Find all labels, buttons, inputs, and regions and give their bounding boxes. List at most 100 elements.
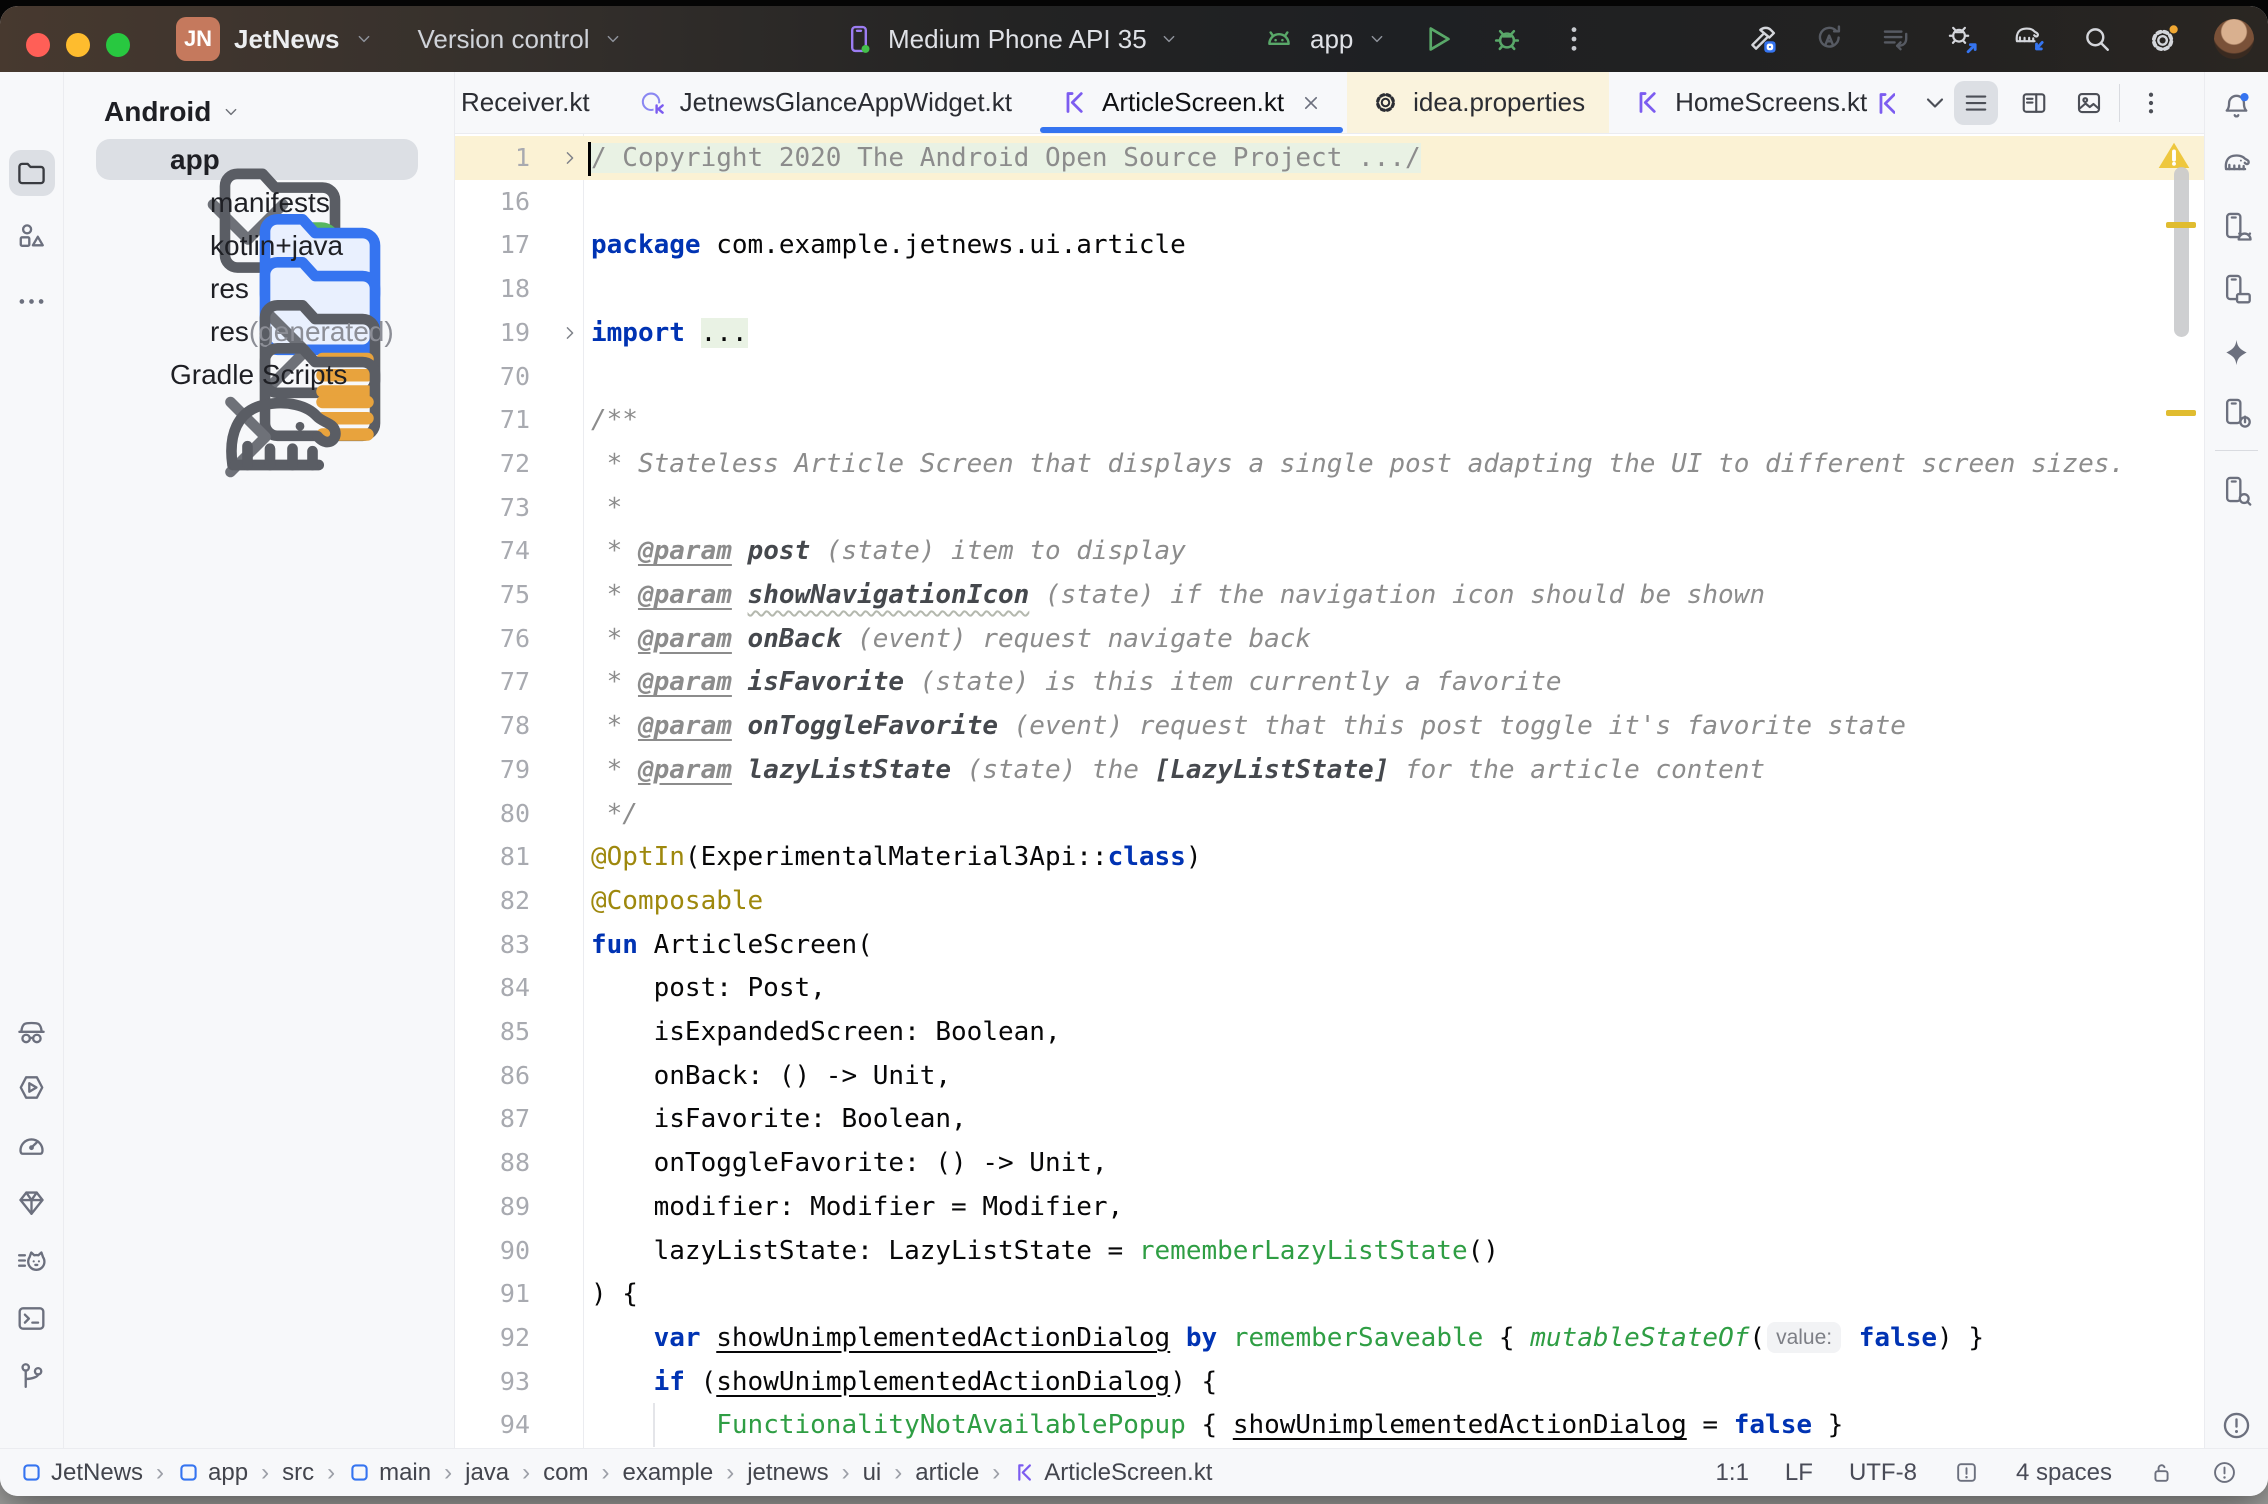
apply-code-changes-button[interactable] — [1879, 22, 1913, 56]
code-line[interactable]: 17package com.example.jetnews.ui.article — [455, 223, 2204, 267]
code-line[interactable]: 1/ Copyright 2020 The Android Open Sourc… — [455, 136, 2204, 180]
code-line[interactable]: 81@OptIn(ExperimentalMaterial3Api::class… — [455, 835, 2204, 879]
apply-changes-restart-button[interactable] — [1812, 22, 1846, 56]
error-stripe-mark[interactable] — [2166, 222, 2196, 228]
code-line[interactable]: 73 * — [455, 486, 2204, 530]
code-line[interactable]: 89 modifier: Modifier = Modifier, — [455, 1185, 2204, 1229]
chevron-right-icon[interactable] — [98, 362, 124, 388]
code-line[interactable]: 84 post: Post, — [455, 966, 2204, 1010]
project-view-selector[interactable]: Android — [104, 96, 211, 128]
tree-item-manifests[interactable]: manifests — [64, 181, 454, 224]
close-window-button[interactable] — [26, 33, 50, 57]
split-editor-button[interactable] — [2019, 72, 2049, 134]
breadcrumb-item-com[interactable]: com — [543, 1459, 588, 1487]
notifications-button[interactable] — [2214, 83, 2260, 129]
editor-list-button[interactable] — [1954, 81, 1998, 125]
caret-position-widget[interactable]: 1:1 — [1716, 1459, 1749, 1487]
more-actions-button[interactable] — [2136, 72, 2166, 134]
tab-jetnews-glance-app-widget[interactable]: JetnewsGlanceAppWidget.kt — [614, 72, 1036, 133]
code-line[interactable]: 90 lazyListState: LazyListState = rememb… — [455, 1229, 2204, 1273]
fold-toggle-icon[interactable] — [559, 311, 583, 355]
debug-button[interactable] — [1489, 21, 1525, 57]
encoding-widget[interactable]: UTF-8 — [1849, 1459, 1917, 1487]
breadcrumb-item-article[interactable]: article — [915, 1459, 979, 1487]
run-button[interactable] — [1419, 20, 1457, 58]
breadcrumb-item-java[interactable]: java — [465, 1459, 509, 1487]
code-line[interactable]: 16 — [455, 180, 2204, 224]
code-line[interactable]: 86 onBack: () -> Unit, — [455, 1054, 2204, 1098]
code-editor[interactable]: 1/ Copyright 2020 The Android Open Sourc… — [455, 134, 2204, 1448]
tab-idea-properties[interactable]: idea.properties — [1347, 72, 1609, 133]
indent-widget[interactable]: 4 spaces — [2016, 1459, 2112, 1487]
tab-article-screen[interactable]: ArticleScreen.kt — [1036, 72, 1347, 133]
more-tool-windows-button[interactable] — [9, 278, 55, 324]
lock-open-icon[interactable] — [2148, 1459, 2175, 1486]
code-line[interactable]: 18 — [455, 267, 2204, 311]
code-line[interactable]: 87 isFavorite: Boolean, — [455, 1097, 2204, 1141]
code-line[interactable]: 79 * @param lazyListState (state) the [L… — [455, 748, 2204, 792]
attach-debugger-button[interactable] — [1946, 22, 1980, 56]
version-control-tool-button[interactable] — [9, 1353, 55, 1399]
breadcrumb-item-ui[interactable]: ui — [863, 1459, 882, 1487]
breadcrumb-item-example[interactable]: example — [622, 1459, 713, 1487]
device-search-button[interactable] — [2214, 469, 2260, 515]
gradle-tool-button[interactable] — [2214, 139, 2260, 185]
logcat-tool-button[interactable] — [9, 1237, 55, 1283]
code-line[interactable]: 70 — [455, 355, 2204, 399]
device-explorer-button[interactable] — [2214, 391, 2260, 437]
running-devices-button[interactable] — [2214, 267, 2260, 313]
vcs-menu[interactable]: Version control — [418, 24, 590, 55]
breadcrumb-item-jetnews[interactable]: JetNews — [20, 1459, 143, 1487]
avatar[interactable] — [2214, 19, 2254, 59]
chevron-down-icon[interactable] — [98, 147, 124, 173]
settings-button[interactable] — [2147, 22, 2181, 56]
breadcrumb-item-jetnews[interactable]: jetnews — [747, 1459, 828, 1487]
gradle-sync-button[interactable] — [2013, 22, 2047, 56]
chevron-right-icon[interactable] — [138, 233, 164, 259]
breadcrumb-item-app[interactable]: app — [177, 1459, 248, 1487]
tree-item-res-generated[interactable]: res (generated) — [64, 310, 454, 353]
chevron-right-icon[interactable] — [138, 276, 164, 302]
tree-item-kotlin-java[interactable]: kotlin+java — [64, 224, 454, 267]
code-line[interactable]: 19import ... — [455, 311, 2204, 355]
error-stripe-mark[interactable] — [2166, 410, 2196, 416]
code-line[interactable]: 82@Composable — [455, 879, 2204, 923]
code-line[interactable]: 78 * @param onToggleFavorite (event) req… — [455, 704, 2204, 748]
profiler-tool-button[interactable] — [9, 1122, 55, 1168]
detective-tool-button[interactable] — [9, 1010, 55, 1056]
zoom-window-button[interactable] — [106, 33, 130, 57]
line-ending-widget[interactable]: LF — [1785, 1459, 1813, 1487]
gemini-sparkle-button[interactable] — [2214, 329, 2260, 375]
chevron-right-icon[interactable] — [138, 190, 164, 216]
code-line[interactable]: 93 if (showUnimplementedActionDialog) { — [455, 1360, 2204, 1404]
project-name-menu[interactable]: JetNews — [234, 24, 340, 55]
preview-button[interactable] — [2074, 72, 2104, 134]
hidden-tabs-button[interactable] — [1920, 72, 1950, 134]
minimize-window-button[interactable] — [66, 33, 90, 57]
code-line[interactable]: 85 isExpandedScreen: Boolean, — [455, 1010, 2204, 1054]
code-line[interactable]: 88 onToggleFavorite: () -> Unit, — [455, 1141, 2204, 1185]
code-line[interactable]: 80 */ — [455, 792, 2204, 836]
breadcrumb-item-main[interactable]: main — [348, 1459, 431, 1487]
terminal-tool-button[interactable] — [9, 1295, 55, 1341]
code-line[interactable]: 71/** — [455, 398, 2204, 442]
resource-manager-button[interactable] — [9, 213, 55, 259]
fold-toggle-icon[interactable] — [559, 136, 583, 180]
tab-receiver[interactable]: Receiver.kt — [455, 72, 614, 133]
more-run-actions-button[interactable] — [1557, 22, 1591, 56]
inspection-widget-icon[interactable] — [1953, 1459, 1980, 1486]
warning-triangle-icon[interactable] — [2155, 138, 2193, 174]
tree-item-gradle-scripts[interactable]: Gradle Scripts — [64, 353, 454, 396]
code-line[interactable]: 74 * @param post (state) item to display — [455, 529, 2204, 573]
code-line[interactable]: 83fun ArticleScreen( — [455, 923, 2204, 967]
build-button[interactable] — [1745, 22, 1779, 56]
code-line[interactable]: 75 * @param showNavigationIcon (state) i… — [455, 573, 2204, 617]
close-icon[interactable] — [1299, 91, 1323, 115]
code-line[interactable]: 92 var showUnimplementedActionDialog by … — [455, 1316, 2204, 1360]
code-line[interactable]: 72 * Stateless Article Screen that displ… — [455, 442, 2204, 486]
breadcrumb-item-articlescreen-kt[interactable]: ArticleScreen.kt — [1013, 1459, 1212, 1487]
code-line[interactable]: 91) { — [455, 1272, 2204, 1316]
device-selector[interactable]: Medium Phone API 35 — [842, 6, 1179, 72]
tree-item-app[interactable]: app — [64, 138, 454, 181]
code-line[interactable]: 76 * @param onBack (event) request navig… — [455, 617, 2204, 661]
